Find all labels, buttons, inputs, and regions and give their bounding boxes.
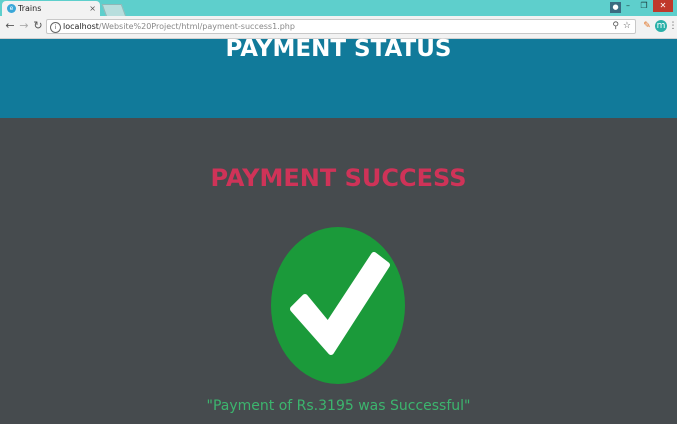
minimize-icon[interactable]: – [621, 0, 635, 12]
tab-favicon-icon: e [7, 4, 16, 13]
close-window-icon[interactable]: ✕ [653, 0, 673, 12]
menu-icon[interactable]: ⋮ [667, 20, 677, 32]
extension-icon[interactable]: ✎ [641, 20, 653, 32]
tab-close-icon[interactable]: × [89, 1, 96, 16]
checkmark-icon [271, 227, 405, 384]
payment-message: "Payment of Rs.3195 was Successful" [206, 398, 471, 414]
browser-tab[interactable]: e Trains × [2, 1, 100, 16]
page-header: PAYMENT STATUS [0, 36, 677, 118]
restore-icon[interactable]: ❐ [637, 0, 651, 12]
main-content: PAYMENT SUCCESS "Payment of Rs.3195 was … [0, 118, 677, 424]
address-bar[interactable]: i localhost/Website%20Project/html/payme… [46, 19, 636, 34]
back-arrow-icon[interactable]: ← [3, 19, 17, 33]
star-icon[interactable]: ☆ [623, 20, 631, 33]
search-icon[interactable]: ⚲ [612, 20, 619, 33]
forward-arrow-icon[interactable]: → [17, 19, 31, 33]
browser-titlebar: e Trains × ● – ❐ ✕ [0, 0, 677, 17]
reload-icon[interactable]: ↻ [31, 19, 45, 33]
success-heading: PAYMENT SUCCESS [210, 164, 467, 192]
url-text: localhost/Website%20Project/html/payment… [63, 22, 295, 31]
window-controls: – ❐ ✕ [619, 0, 673, 16]
extension-profile-icon[interactable]: m [655, 20, 667, 32]
info-icon[interactable]: i [50, 22, 61, 33]
tab-title: Trains [18, 4, 42, 13]
page-title: PAYMENT STATUS [225, 36, 452, 62]
